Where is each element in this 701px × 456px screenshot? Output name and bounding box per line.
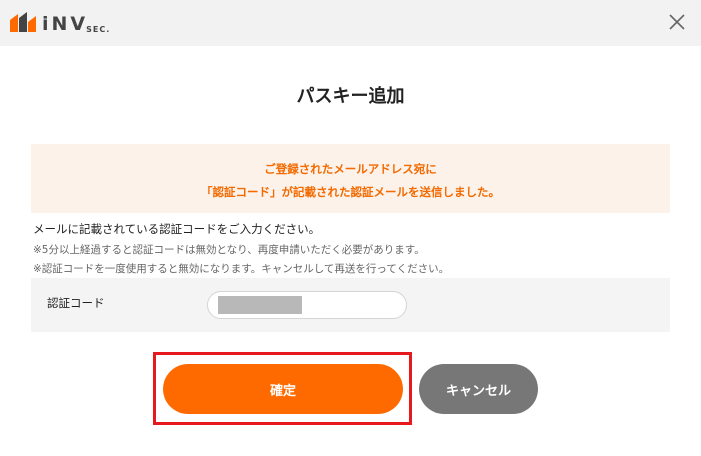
- code-input-container: [207, 291, 407, 319]
- close-button[interactable]: [667, 12, 687, 32]
- notice-line-2: 「認証コード」が記載された認証メールを送信しました。: [201, 185, 500, 199]
- logo-text: iNV: [42, 13, 89, 35]
- code-input[interactable]: [218, 296, 302, 314]
- instruction-text: メールに記載されている認証コードをご入力ください。: [33, 222, 321, 236]
- dialog-title: パスキー追加: [296, 86, 405, 107]
- cancel-button[interactable]: キャンセル: [419, 364, 538, 414]
- confirm-button[interactable]: 確定: [163, 364, 403, 414]
- logo-subtext: SEC.: [86, 24, 111, 34]
- code-row: 認証コード: [31, 278, 670, 332]
- code-label: 認証コード: [47, 296, 105, 310]
- app-header: iNV SEC.: [0, 0, 701, 46]
- logo: iNV SEC.: [10, 9, 110, 37]
- note-expiry: ※5分以上経過すると認証コードは無効となり、再度申請いただく必要があります。: [33, 244, 425, 256]
- note-single-use: ※認証コードを一度使用すると無効になります。キャンセルして再送を行ってください。: [33, 263, 450, 275]
- notice-box: ご登録されたメールアドレス宛に 「認証コード」が記載された認証メールを送信しまし…: [31, 144, 670, 213]
- notice-line-1: ご登録されたメールアドレス宛に: [264, 162, 437, 176]
- logo-mark-icon: [10, 12, 36, 32]
- close-icon: [669, 14, 685, 30]
